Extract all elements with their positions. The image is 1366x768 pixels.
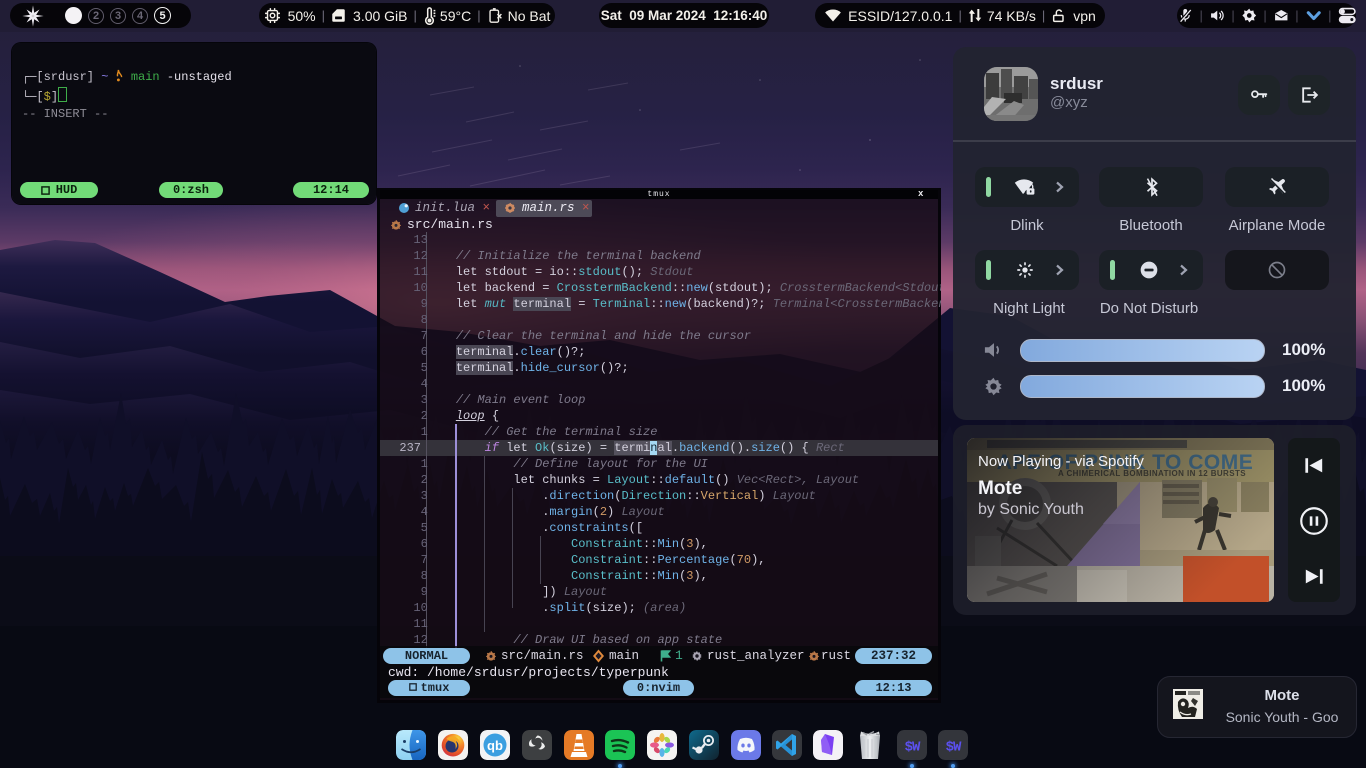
- svg-text:$W: $W: [946, 740, 962, 756]
- svg-text:$W: $W: [905, 740, 921, 756]
- svg-text:qb: qb: [487, 738, 503, 753]
